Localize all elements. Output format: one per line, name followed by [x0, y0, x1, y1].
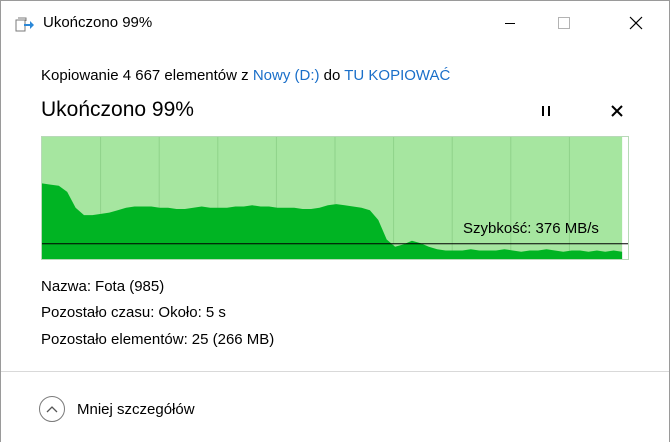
speed-graph-plot: [42, 137, 628, 259]
detail-time-label: Pozostało czasu:: [41, 304, 155, 321]
chevron-up-icon: [46, 406, 58, 413]
destination-link[interactable]: TU KOPIOWAĆ: [344, 67, 450, 84]
maximize-icon: [558, 17, 570, 29]
minimize-button[interactable]: [487, 1, 533, 45]
detail-name-row: Nazwa: Fota (985): [41, 278, 164, 295]
footer: Mniej szczegółów: [1, 371, 669, 442]
progress-title: Ukończono 99%: [41, 98, 194, 121]
title-bar[interactable]: Ukończono 99%: [1, 1, 669, 45]
copy-arrow-icon: [15, 17, 34, 32]
close-window-button[interactable]: [613, 1, 659, 45]
copy-dialog-window: Ukończono 99% Kopiowanie 4 667 elementów…: [0, 0, 670, 442]
less-details-label: Mniej szczegółów: [77, 400, 195, 418]
window-title: Ukończono 99%: [43, 14, 153, 31]
minimize-icon: [505, 23, 515, 24]
copy-prefix: Kopiowanie 4 667 elementów z: [41, 67, 249, 84]
chevron-circle: [39, 396, 65, 422]
detail-name-label: Nazwa:: [41, 278, 92, 295]
cancel-button[interactable]: [604, 98, 630, 124]
copy-connector: do: [323, 67, 341, 84]
detail-time-row: Pozostało czasu: Około: 5 s: [41, 304, 226, 321]
copy-description: Kopiowanie 4 667 elementów z Nowy (D:) d…: [41, 67, 450, 84]
detail-items-row: Pozostało elementów: 25 (266 MB): [41, 331, 274, 348]
maximize-button[interactable]: [541, 1, 587, 45]
detail-name-value: Fota (985): [95, 278, 165, 295]
pause-button[interactable]: [533, 98, 559, 124]
close-icon: [629, 16, 643, 30]
pause-icon: [542, 106, 550, 116]
close-icon: [611, 105, 623, 117]
speed-label: Szybkość: 376 MB/s: [463, 220, 599, 237]
source-link[interactable]: Nowy (D:): [253, 67, 320, 84]
speed-graph: [41, 136, 629, 260]
detail-items-value: 25 (266 MB): [191, 331, 275, 348]
detail-time-value: Około: 5 s: [158, 304, 226, 321]
detail-items-label: Pozostało elementów:: [41, 331, 188, 348]
less-details-button[interactable]: Mniej szczegółów: [39, 394, 195, 424]
